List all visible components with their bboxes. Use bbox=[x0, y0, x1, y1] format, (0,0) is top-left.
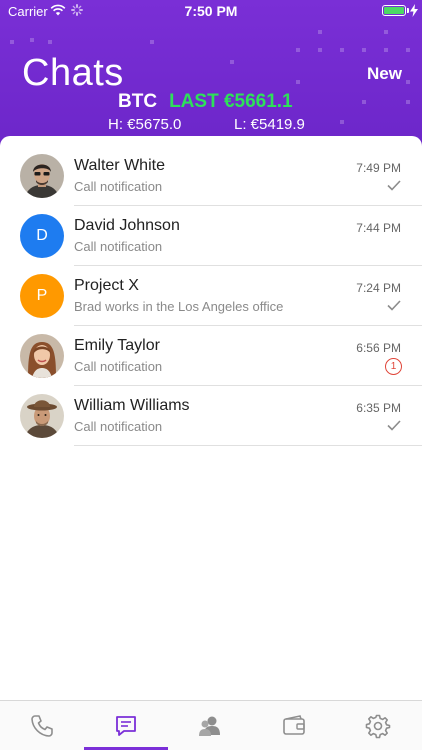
battery-icon bbox=[382, 5, 406, 16]
gear-icon bbox=[365, 714, 391, 738]
status-time: 7:50 PM bbox=[184, 3, 238, 19]
tab-bar bbox=[0, 700, 422, 750]
avatar bbox=[20, 154, 64, 198]
tab-settings[interactable] bbox=[336, 701, 420, 750]
read-check-icon bbox=[387, 180, 401, 191]
chat-name: Emily Taylor bbox=[74, 337, 160, 354]
chat-row-william-williams[interactable]: William Williams Call notification 6:35 … bbox=[0, 386, 422, 446]
avatar-letter: P bbox=[20, 274, 64, 318]
chat-bubble-icon bbox=[116, 715, 136, 736]
read-check-icon bbox=[387, 300, 401, 311]
chat-subtitle: Call notification bbox=[74, 359, 163, 374]
charging-bolt-icon bbox=[410, 4, 418, 17]
chat-name: David Johnson bbox=[74, 217, 180, 234]
tab-chats[interactable] bbox=[84, 701, 168, 750]
avatar bbox=[20, 394, 64, 438]
chat-time: 7:24 PM bbox=[356, 281, 401, 295]
phone-icon bbox=[31, 714, 53, 737]
header: Carrier 7:50 PM Chats New BTC LAST €5661.… bbox=[0, 0, 422, 150]
battery-nub bbox=[407, 8, 409, 13]
chat-time: 7:49 PM bbox=[356, 161, 401, 175]
row-divider bbox=[74, 445, 422, 446]
chat-list: Walter White Call notification 7:49 PM D… bbox=[0, 136, 422, 700]
chat-row-david-johnson[interactable]: D David Johnson Call notification 7:44 P… bbox=[0, 206, 422, 266]
page-title: Chats bbox=[22, 52, 124, 94]
chat-name: Walter White bbox=[74, 157, 165, 174]
tab-calls[interactable] bbox=[0, 701, 84, 750]
chat-subtitle: Call notification bbox=[74, 419, 163, 434]
chat-time: 6:56 PM bbox=[356, 341, 401, 355]
ticker-low: L: €5419.9 bbox=[234, 116, 305, 133]
status-bar: Carrier 7:50 PM bbox=[0, 0, 422, 22]
avatar bbox=[20, 334, 64, 378]
avatar-letter: D bbox=[20, 214, 64, 258]
new-chat-button[interactable]: New bbox=[367, 64, 402, 84]
chat-name: William Williams bbox=[74, 397, 190, 414]
chat-subtitle: Call notification bbox=[74, 239, 163, 254]
chat-name: Project X bbox=[74, 277, 139, 294]
chat-time: 7:44 PM bbox=[356, 221, 401, 235]
tab-wallet[interactable] bbox=[252, 701, 336, 750]
tab-contacts[interactable] bbox=[168, 701, 252, 750]
ticker-symbol: BTC bbox=[118, 91, 158, 112]
chat-subtitle: Call notification bbox=[74, 179, 163, 194]
chat-time: 6:35 PM bbox=[356, 401, 401, 415]
chat-subtitle: Brad works in the Los Angeles office bbox=[74, 299, 284, 314]
wallet-icon bbox=[283, 714, 305, 735]
chat-row-walter-white[interactable]: Walter White Call notification 7:49 PM bbox=[0, 146, 422, 206]
btc-ticker: BTC LAST €5661.1 bbox=[118, 91, 293, 113]
contacts-icon bbox=[199, 716, 220, 736]
unread-count-badge: 1 bbox=[385, 358, 402, 375]
read-check-icon bbox=[387, 420, 401, 431]
chat-row-project-x[interactable]: P Project X Brad works in the Los Angele… bbox=[0, 266, 422, 326]
ticker-high: H: €5675.0 bbox=[108, 116, 182, 133]
chat-row-emily-taylor[interactable]: Emily Taylor Call notification 6:56 PM 1 bbox=[0, 326, 422, 386]
ticker-last-price: LAST €5661.1 bbox=[169, 91, 293, 112]
